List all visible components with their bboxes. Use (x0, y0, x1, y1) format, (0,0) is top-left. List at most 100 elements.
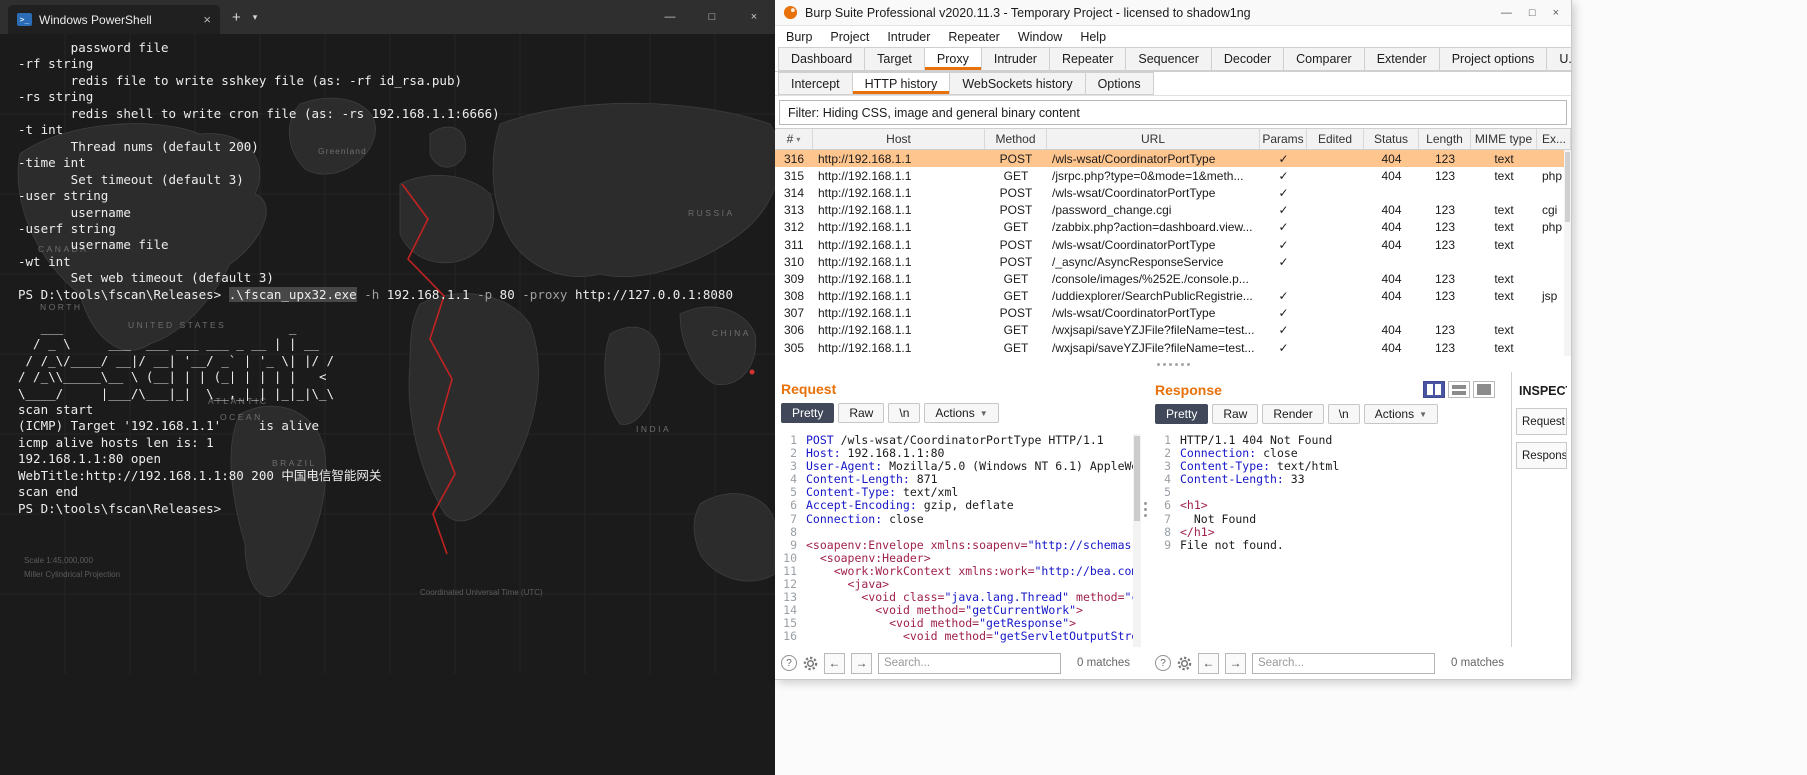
horizontal-splitter[interactable] (775, 356, 1571, 372)
close-button[interactable]: × (1553, 7, 1559, 19)
request-search-input[interactable] (878, 652, 1061, 674)
table-header: # ▾ Host Method URL Params Edited Status … (775, 128, 1571, 150)
new-tab-button[interactable]: + (232, 9, 241, 26)
terminal-body: Greenland CANADA NORTH UNITED STATES RUS… (0, 34, 775, 775)
minimize-button[interactable]: — (1501, 7, 1512, 19)
request-tab-raw[interactable]: Raw (838, 403, 885, 423)
maximize-button[interactable]: □ (1529, 7, 1536, 19)
table-scrollbar[interactable] (1564, 150, 1571, 356)
response-tab-newline[interactable]: \n (1327, 404, 1360, 424)
inspector-title: INSPECT... (1519, 384, 1567, 398)
tab-intruder[interactable]: Intruder (981, 47, 1050, 71)
table-row[interactable]: 306 http://192.168.1.1 GET/wxjsapi/saveYZJ… (775, 322, 1571, 339)
column-header-edited[interactable]: Edited (1307, 129, 1364, 149)
tab-comparer[interactable]: Comparer (1284, 47, 1365, 71)
filter-bar[interactable]: Filter: Hiding CSS, image and general bi… (779, 100, 1567, 125)
help-icon[interactable]: ? (1155, 655, 1171, 671)
column-header-host[interactable]: Host (813, 129, 985, 149)
http-history-table: # ▾ Host Method URL Params Edited Status … (775, 128, 1571, 356)
menu-help[interactable]: Help (1071, 30, 1115, 44)
inspector-panel: INSPECT... Request att... Response... (1511, 372, 1571, 647)
request-tab-pretty[interactable]: Pretty (781, 403, 835, 423)
tab-repeater[interactable]: Repeater (1049, 47, 1127, 71)
tab-project-options[interactable]: Project options (1439, 47, 1548, 71)
table-row[interactable]: 312 http://192.168.1.1 GET/zabbix.php?acti… (775, 219, 1571, 236)
table-row[interactable]: 315 http://192.168.1.1 GET/jsrpc.php?type=… (775, 167, 1571, 184)
response-tab-render[interactable]: Render (1262, 404, 1324, 424)
column-header-mime-type[interactable]: MIME type (1471, 129, 1537, 149)
close-button[interactable]: × (733, 0, 775, 34)
menu-project[interactable]: Project (821, 30, 878, 44)
next-match-button[interactable]: → (1225, 652, 1246, 674)
minimize-button[interactable]: — (649, 0, 691, 34)
table-row[interactable]: 316 http://192.168.1.1 POST/wls-wsat/Coord… (775, 150, 1571, 168)
column-header-url[interactable]: URL (1047, 129, 1260, 149)
inspector-section-request-attributes[interactable]: Request att... (1516, 408, 1567, 435)
tab-target[interactable]: Target (865, 47, 925, 71)
response-search-bar: ? ← → 0 matches (1149, 647, 1511, 679)
tab-extender[interactable]: Extender (1364, 47, 1440, 71)
layout-columns-button[interactable] (1423, 381, 1445, 398)
maximize-button[interactable]: □ (691, 0, 733, 34)
tab-user-options[interactable]: U... (1547, 47, 1571, 71)
next-match-button[interactable]: → (851, 652, 872, 674)
terminal-window: >_ Windows PowerShell × + ▾ — □ × Greenl… (0, 0, 775, 775)
table-row[interactable]: 313 http://192.168.1.1 POST/password_chang… (775, 202, 1571, 219)
request-editor-tabs: Pretty Raw \n Actions ▼ (781, 403, 1135, 423)
tab-proxy[interactable]: Proxy (924, 47, 982, 71)
column-header-number[interactable]: # ▾ (775, 129, 813, 149)
main-tab-bar: Dashboard Target Proxy Intruder Repeater… (775, 47, 1571, 72)
column-header-params[interactable]: Params (1260, 129, 1307, 149)
table-row[interactable]: 311 http://192.168.1.1 POST/wls-wsat/Coord… (775, 236, 1571, 253)
vertical-splitter[interactable] (1141, 372, 1149, 647)
burp-title-bar: Burp Suite Professional v2020.11.3 - Tem… (775, 0, 1571, 26)
chevron-down-icon: ▼ (1419, 409, 1428, 419)
response-tab-pretty[interactable]: Pretty (1155, 404, 1209, 424)
column-header-method[interactable]: Method (985, 129, 1047, 149)
response-actions-button[interactable]: Actions ▼ (1363, 404, 1439, 424)
table-row[interactable]: 310 http://192.168.1.1 POST/_async/AsyncRe… (775, 253, 1571, 270)
table-row[interactable]: 308 http://192.168.1.1 GET/uddiexplorer/Se… (775, 288, 1571, 305)
terminal-window-controls: — □ × (649, 0, 775, 34)
gear-icon[interactable] (803, 656, 818, 671)
menu-intruder[interactable]: Intruder (878, 30, 939, 44)
map-caption: Miller Cylindrical Projection (24, 570, 121, 579)
tab-intercept[interactable]: Intercept (778, 72, 853, 95)
tab-decoder[interactable]: Decoder (1211, 47, 1285, 71)
menu-repeater[interactable]: Repeater (939, 30, 1008, 44)
help-icon[interactable]: ? (781, 655, 797, 671)
request-scrollbar[interactable] (1133, 434, 1141, 647)
previous-match-button[interactable]: ← (1198, 652, 1219, 674)
request-tab-newline[interactable]: \n (888, 403, 921, 423)
column-header-length[interactable]: Length (1419, 129, 1471, 149)
menu-window[interactable]: Window (1009, 30, 1071, 44)
table-row[interactable]: 314 http://192.168.1.1 POST/wls-wsat/Coord… (775, 184, 1571, 201)
command-line: PS D:\tools\fscan\Releases> .\fscan_upx3… (18, 286, 733, 302)
table-row[interactable]: 305 http://192.168.1.1 GET/wxjsapi/saveYZJ… (775, 339, 1571, 356)
previous-match-button[interactable]: ← (824, 652, 845, 674)
terminal-tab-powershell[interactable]: >_ Windows PowerShell × (8, 5, 220, 34)
inspector-section-response[interactable]: Response... (1516, 442, 1567, 469)
menu-burp[interactable]: Burp (777, 30, 821, 44)
response-search-input[interactable] (1252, 652, 1435, 674)
column-header-extension[interactable]: Ex... (1537, 129, 1571, 149)
tab-http-history[interactable]: HTTP history (852, 72, 951, 95)
response-tab-raw[interactable]: Raw (1212, 404, 1259, 424)
layout-rows-button[interactable] (1448, 381, 1470, 398)
tab-close-icon[interactable]: × (203, 12, 211, 27)
table-row[interactable]: 309 http://192.168.1.1 GET/console/images/… (775, 270, 1571, 287)
tab-websockets-history[interactable]: WebSockets history (950, 72, 1086, 95)
map-caption: Coordinated Universal Time (UTC) (420, 588, 543, 597)
menu-bar: Burp Project Intruder Repeater Window He… (775, 26, 1571, 47)
tab-sequencer[interactable]: Sequencer (1126, 47, 1212, 71)
request-actions-button[interactable]: Actions ▼ (924, 403, 999, 423)
tab-dashboard[interactable]: Dashboard (778, 47, 866, 71)
tab-dropdown-icon[interactable]: ▾ (253, 12, 258, 23)
layout-single-button[interactable] (1473, 381, 1495, 398)
burp-window-controls: — □ × (1501, 7, 1563, 19)
code-line: 16 <void method="getServletOutputStre (783, 629, 1139, 644)
gear-icon[interactable] (1177, 656, 1192, 671)
column-header-status[interactable]: Status (1364, 129, 1419, 149)
table-row[interactable]: 307 http://192.168.1.1 POST/wls-wsat/Coord… (775, 305, 1571, 322)
tab-options[interactable]: Options (1085, 72, 1154, 95)
